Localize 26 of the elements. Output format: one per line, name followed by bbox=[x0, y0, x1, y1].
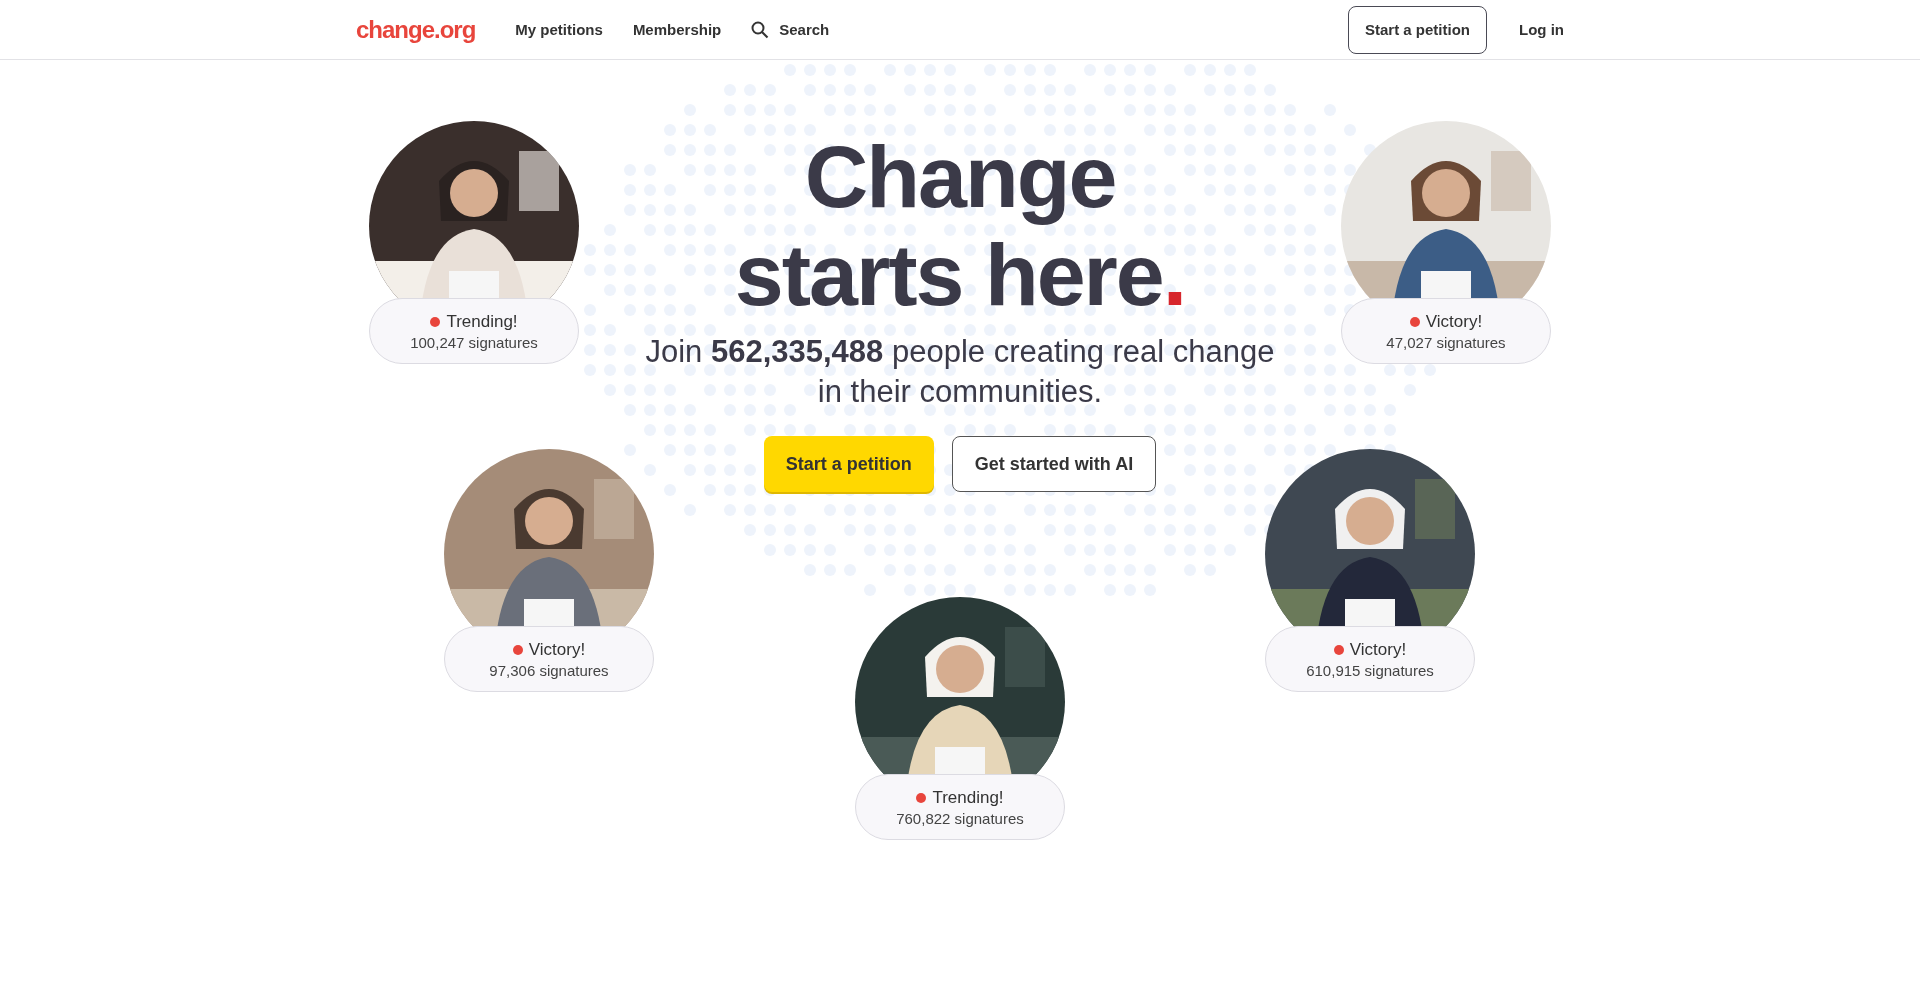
nav-link[interactable]: Membership bbox=[632, 21, 722, 38]
hero-title: Change starts here. bbox=[734, 128, 1186, 324]
status-dot-icon bbox=[512, 644, 523, 655]
start-petition-button[interactable]: Start a petition bbox=[1348, 5, 1487, 54]
signature-count: 97,306 signatures bbox=[489, 661, 609, 679]
login-link[interactable]: Log in bbox=[1519, 21, 1564, 38]
petition-status: Trending! bbox=[932, 787, 1004, 808]
petition-status: Victory! bbox=[1349, 639, 1407, 660]
start-petition-button[interactable]: Start a petition bbox=[763, 436, 934, 492]
status-dot-icon bbox=[1333, 644, 1344, 655]
search-icon bbox=[751, 20, 770, 39]
nav-link[interactable]: My petitions bbox=[515, 21, 603, 38]
petition-status: Trending! bbox=[446, 311, 518, 332]
status-dot-icon bbox=[916, 792, 927, 803]
petition-status: Victory! bbox=[1425, 311, 1483, 332]
search-link[interactable]: Search bbox=[751, 20, 830, 39]
signature-count: 100,247 signatures bbox=[410, 333, 538, 351]
signature-count: 610,915 signatures bbox=[1306, 661, 1434, 679]
status-dot-icon bbox=[1409, 316, 1420, 327]
petition-status: Victory! bbox=[528, 639, 586, 660]
signature-count: 760,822 signatures bbox=[896, 809, 1024, 827]
signature-count: 47,027 signatures bbox=[1386, 333, 1506, 351]
ai-start-button[interactable]: Get started with AI bbox=[951, 436, 1157, 492]
logo[interactable]: change.org bbox=[356, 15, 476, 44]
status-dot-icon bbox=[430, 316, 441, 327]
hero-subtitle: Join 562,335,488 people creating real change in their communities. bbox=[644, 333, 1276, 411]
